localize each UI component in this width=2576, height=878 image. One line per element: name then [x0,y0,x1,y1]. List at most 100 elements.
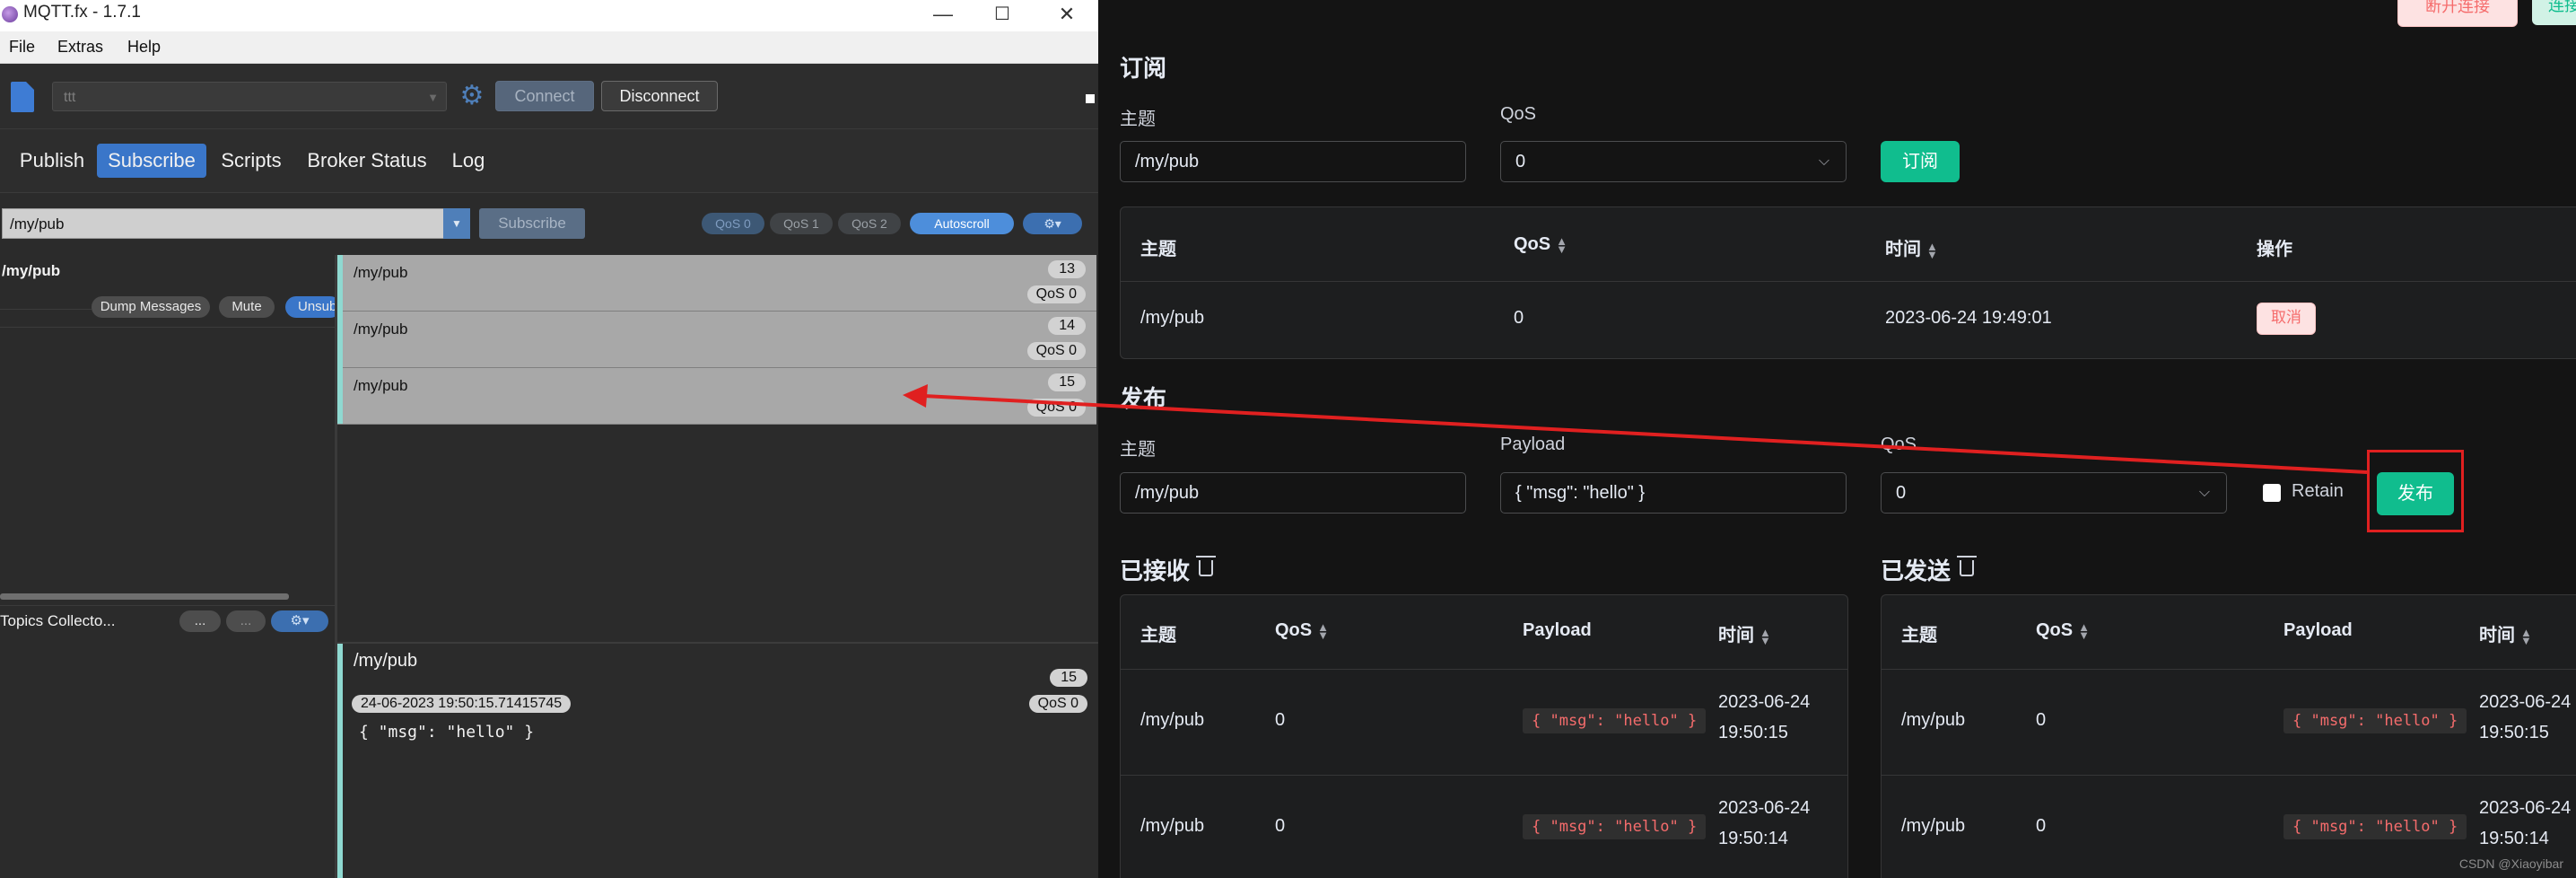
document-icon[interactable] [11,82,34,112]
retain-label: Retain [2292,481,2344,501]
message-qos: QoS 0 [1026,399,1086,417]
web-client: 断开连接 连接 订阅 主题 QoS /my/pub 0 ⌵ 订阅 主题 QoS ▲… [1098,0,2576,878]
received-table: 主题 QoS ▲ ▼ Payload 时间 ▲ ▼ /my/pub 0 { "msg":… [1120,594,1848,878]
sort-icon: ▲ ▼ [1556,233,1567,256]
gear-icon[interactable]: ⚙ [458,82,486,110]
sent-date-cell: 2023-06-24 [2479,692,2572,712]
received-topic-cell: /my/pub [1140,816,1205,836]
retain-checkbox[interactable] [2263,484,2281,502]
row-divider [0,309,92,310]
received-payload-cell: { "msg": "hello" } [1523,814,1707,839]
cancel-subscription-button[interactable]: 取消 [2257,303,2316,335]
row-divider [1882,775,2576,776]
subscription-topic: /my/pub [2,262,61,279]
col-header-time[interactable]: 时间 ▲ ▼ [1718,620,1771,646]
subscription-time-cell: 2023-06-24 19:49:01 [1885,308,2052,328]
sent-topic-cell: /my/pub [1901,710,1966,730]
profile-select[interactable]: ttt ▼ [52,82,447,111]
col-header-payload: Payload [1523,620,1592,640]
message-qos: QoS 0 [1026,285,1086,303]
subscribe-bar: /my/pub ▼ Subscribe QoS 0 QoS 1 QoS 2 Au… [0,192,1098,254]
received-section-title: 已接收 [1120,558,1191,584]
tab-subscribe[interactable]: Subscribe [97,144,206,178]
sent-date-cell: 2023-06-24 [2479,798,2572,818]
autoscroll-toggle[interactable]: Autoscroll [910,213,1014,234]
topics-collector-label: Topics Collecto... [0,612,116,629]
sent-time-cell: 19:50:15 [2479,723,2549,742]
qos0-toggle[interactable]: QoS 0 [702,213,764,234]
watermark: CSDN @Xiaoyibar [2458,856,2563,871]
subscribe-qos-value: 0 [1515,152,1526,171]
connect-button[interactable]: Connect [495,81,594,111]
tab-broker-status[interactable]: Broker Status [300,144,434,178]
options-gear-icon[interactable]: ⚙▾ [1023,213,1082,234]
message-number: 15 [1048,373,1086,391]
chevron-down-icon: ⌵ [2198,485,2210,500]
tab-publish[interactable]: Publish [9,144,95,178]
message-topic: /my/pub [354,320,408,338]
publish-payload-input[interactable]: { "msg": "hello" } [1500,472,1847,514]
disconnect-button[interactable]: Disconnect [601,81,718,111]
publish-qos-label: QoS [1881,435,1917,454]
row-divider [0,605,335,606]
message-qos: QoS 0 [1026,342,1086,360]
message-item[interactable]: /my/pub 14 QoS 0 [337,312,1096,368]
minimize-icon[interactable]: — [912,0,974,31]
maximize-icon[interactable]: ☐ [971,0,1034,31]
qos1-toggle[interactable]: QoS 1 [770,213,833,234]
message-list-accent-bar [337,255,343,424]
topics-collector-button-2[interactable]: ... [226,610,266,632]
sent-topic-cell: /my/pub [1901,816,1966,836]
profile-value: ttt [64,90,76,105]
col-header-time[interactable]: 时间 ▲ ▼ [2479,620,2532,646]
sort-icon: ▲ ▼ [1317,619,1329,642]
connect-web-button[interactable]: 连接 [2532,0,2576,25]
menu-extras[interactable]: Extras [57,38,103,57]
subscribe-qos-select[interactable]: 0 ⌵ [1500,141,1847,182]
disconnect-web-button[interactable]: 断开连接 [2397,0,2518,27]
col-header-topic: 主题 [1140,240,1176,259]
menu-bar: File Extras Help [0,31,1098,64]
subscription-topic-cell: /my/pub [1140,308,1205,328]
col-header-qos[interactable]: QoS ▲ ▼ [2036,620,2090,641]
topics-collector-options-icon[interactable]: ⚙▾ [271,610,328,632]
publish-qos-select[interactable]: 0 ⌵ [1881,472,2227,514]
message-item[interactable]: /my/pub 13 QoS 0 [337,255,1096,312]
message-item[interactable]: /my/pub 15 QoS 0 [337,368,1096,425]
subscribe-section-title: 订阅 [1120,55,1167,82]
subscribe-qos-label: QoS [1500,104,1537,124]
clear-sent-trash-icon[interactable] [1957,556,1977,576]
qos2-toggle[interactable]: QoS 2 [838,213,901,234]
dump-messages-button[interactable]: Dump Messages [92,296,210,318]
sort-icon: ▲ ▼ [1926,239,1938,261]
menu-file[interactable]: File [9,38,35,57]
subscribe-topic-input[interactable]: /my/pub [2,208,445,239]
topic-dropdown-chevron-icon[interactable]: ▼ [443,208,470,239]
received-date-cell: 2023-06-24 [1718,692,1811,712]
received-time-cell: 19:50:15 [1718,723,1788,742]
publish-topic-input[interactable]: /my/pub [1120,472,1466,514]
col-header-qos[interactable]: QoS ▲ ▼ [1514,234,1567,255]
detail-number: 15 [1050,669,1087,687]
detail-payload: { "msg": "hello" } [359,723,535,742]
topics-collector-button-1[interactable]: ... [179,610,221,632]
close-icon[interactable]: ✕ [1035,0,1098,31]
received-qos-cell: 0 [1275,710,1286,730]
tab-scripts[interactable]: Scripts [215,144,287,178]
subscribe-web-button[interactable]: 订阅 [1881,141,1960,182]
col-header-time[interactable]: 时间 ▲ ▼ [1885,234,1938,260]
horizontal-scrollbar[interactable] [0,593,289,600]
col-header-qos[interactable]: QoS ▲ ▼ [1275,620,1329,641]
clear-received-trash-icon[interactable] [1196,556,1216,576]
subscribe-button[interactable]: Subscribe [479,208,585,239]
mute-button[interactable]: Mute [219,296,275,318]
unsubscribe-button[interactable]: Unsub [285,296,341,318]
tab-log[interactable]: Log [445,144,492,178]
sent-table: 主题 QoS ▲ ▼ Payload 时间 ▲ ▼ /my/pub 0 { "msg":… [1881,594,2576,878]
title-bar: MQTT.fx - 1.7.1 — ☐ ✕ [0,0,1098,31]
mqttfx-window: MQTT.fx - 1.7.1 — ☐ ✕ File Extras Help t… [0,0,1098,878]
chevron-down-icon: ▼ [427,91,439,104]
sort-icon: ▲ ▼ [2520,625,2532,647]
menu-help[interactable]: Help [127,38,161,57]
subscribe-topic-input[interactable]: /my/pub [1120,141,1466,182]
